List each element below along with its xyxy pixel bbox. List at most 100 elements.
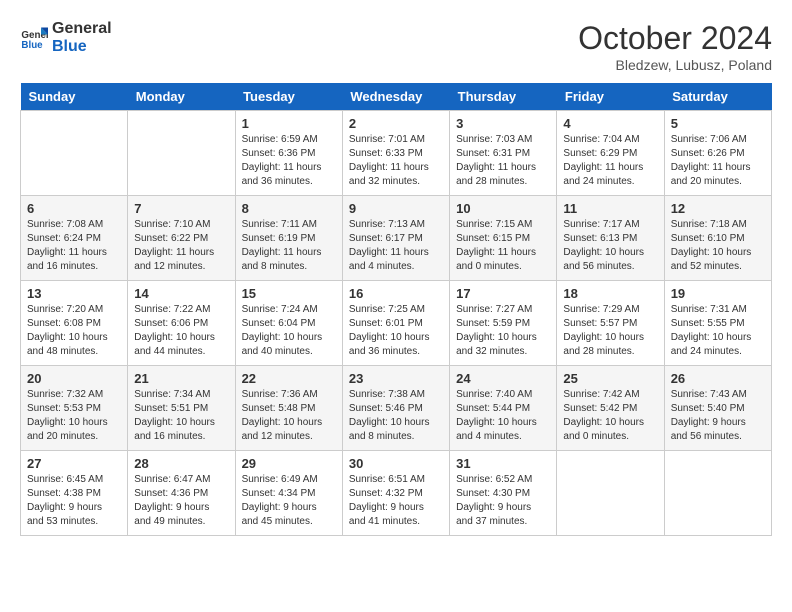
day-number: 25 [563, 371, 657, 386]
day-info: Sunrise: 7:36 AM Sunset: 5:48 PM Dayligh… [242, 388, 336, 444]
day-number: 24 [456, 371, 550, 386]
day-number: 26 [671, 371, 765, 386]
day-number: 21 [134, 371, 228, 386]
day-info: Sunrise: 7:34 AM Sunset: 5:51 PM Dayligh… [134, 388, 228, 444]
day-number: 16 [349, 286, 443, 301]
calendar-day-cell: 3 Sunrise: 7:03 AM Sunset: 6:31 PM Daylig… [450, 111, 557, 196]
day-number: 14 [134, 286, 228, 301]
calendar-day-cell [664, 451, 771, 536]
day-number: 12 [671, 201, 765, 216]
day-info: Sunrise: 7:08 AM Sunset: 6:24 PM Dayligh… [27, 218, 121, 274]
day-info: Sunrise: 7:24 AM Sunset: 6:04 PM Dayligh… [242, 303, 336, 359]
weekday-header-sunday: Sunday [21, 83, 128, 111]
calendar-day-cell: 10Sunrise: 7:15 AM Sunset: 6:15 PM Dayli… [450, 196, 557, 281]
day-number: 22 [242, 371, 336, 386]
calendar-day-cell [21, 111, 128, 196]
day-info: Sunrise: 7:11 AM Sunset: 6:19 PM Dayligh… [242, 218, 336, 274]
day-info: Sunrise: 7:03 AM Sunset: 6:31 PM Dayligh… [456, 133, 550, 189]
day-info: Sunrise: 7:22 AM Sunset: 6:06 PM Dayligh… [134, 303, 228, 359]
day-number: 3 [456, 116, 550, 131]
day-info: Sunrise: 7:42 AM Sunset: 5:42 PM Dayligh… [563, 388, 657, 444]
calendar-day-cell: 23 Sunrise: 7:38 AM Sunset: 5:46 PM Dayli… [342, 366, 449, 451]
calendar-day-cell: 29Sunrise: 6:49 AM Sunset: 4:34 PM Dayli… [235, 451, 342, 536]
calendar-day-cell: 19 Sunrise: 7:31 AM Sunset: 5:55 PM Dayli… [664, 281, 771, 366]
day-number: 19 [671, 286, 765, 301]
svg-text:Blue: Blue [21, 39, 43, 50]
day-info: Sunrise: 7:38 AM Sunset: 5:46 PM Dayligh… [349, 388, 443, 444]
day-number: 5 [671, 116, 765, 131]
calendar-day-cell: 18 Sunrise: 7:29 AM Sunset: 5:57 PM Dayli… [557, 281, 664, 366]
day-number: 31 [456, 456, 550, 471]
page-header: General Blue General Blue October 2024 B… [20, 20, 772, 73]
day-number: 8 [242, 201, 336, 216]
weekday-header-saturday: Saturday [664, 83, 771, 111]
day-info: Sunrise: 7:29 AM Sunset: 5:57 PM Dayligh… [563, 303, 657, 359]
day-number: 23 [349, 371, 443, 386]
day-info: Sunrise: 7:18 AM Sunset: 6:10 PM Dayligh… [671, 218, 765, 274]
calendar-day-cell: 5 Sunrise: 7:06 AM Sunset: 6:26 PM Daylig… [664, 111, 771, 196]
calendar-day-cell [128, 111, 235, 196]
day-number: 7 [134, 201, 228, 216]
calendar-day-cell: 21 Sunrise: 7:34 AM Sunset: 5:51 PM Dayli… [128, 366, 235, 451]
location-subtitle: Bledzew, Lubusz, Poland [578, 57, 772, 73]
weekday-header-thursday: Thursday [450, 83, 557, 111]
day-info: Sunrise: 7:06 AM Sunset: 6:26 PM Dayligh… [671, 133, 765, 189]
calendar-day-cell: 16 Sunrise: 7:25 AM Sunset: 6:01 PM Dayli… [342, 281, 449, 366]
day-info: Sunrise: 7:10 AM Sunset: 6:22 PM Dayligh… [134, 218, 228, 274]
title-block: October 2024 Bledzew, Lubusz, Poland [578, 20, 772, 73]
day-number: 1 [242, 116, 336, 131]
month-title: October 2024 [578, 20, 772, 57]
calendar-day-cell: 27Sunrise: 6:45 AM Sunset: 4:38 PM Dayli… [21, 451, 128, 536]
day-info: Sunrise: 7:32 AM Sunset: 5:53 PM Dayligh… [27, 388, 121, 444]
calendar-table: SundayMondayTuesdayWednesdayThursdayFrid… [20, 83, 772, 536]
calendar-day-cell: 26 Sunrise: 7:43 AM Sunset: 5:40 PM Dayli… [664, 366, 771, 451]
day-number: 9 [349, 201, 443, 216]
calendar-day-cell: 2Sunrise: 7:01 AM Sunset: 6:33 PM Daylig… [342, 111, 449, 196]
logo: General Blue General Blue [20, 20, 112, 55]
calendar-day-cell: 4Sunrise: 7:04 AM Sunset: 6:29 PM Daylig… [557, 111, 664, 196]
day-info: Sunrise: 6:52 AM Sunset: 4:30 PM Dayligh… [456, 473, 550, 529]
day-info: Sunrise: 7:43 AM Sunset: 5:40 PM Dayligh… [671, 388, 765, 444]
day-info: Sunrise: 6:59 AM Sunset: 6:36 PM Dayligh… [242, 133, 336, 189]
calendar-day-cell: 15Sunrise: 7:24 AM Sunset: 6:04 PM Dayli… [235, 281, 342, 366]
day-info: Sunrise: 7:04 AM Sunset: 6:29 PM Dayligh… [563, 133, 657, 189]
day-info: Sunrise: 7:13 AM Sunset: 6:17 PM Dayligh… [349, 218, 443, 274]
day-number: 6 [27, 201, 121, 216]
day-info: Sunrise: 7:27 AM Sunset: 5:59 PM Dayligh… [456, 303, 550, 359]
day-number: 30 [349, 456, 443, 471]
calendar-week-row: 13Sunrise: 7:20 AM Sunset: 6:08 PM Dayli… [21, 281, 772, 366]
day-number: 27 [27, 456, 121, 471]
day-number: 18 [563, 286, 657, 301]
day-info: Sunrise: 7:17 AM Sunset: 6:13 PM Dayligh… [563, 218, 657, 274]
calendar-day-cell: 22 Sunrise: 7:36 AM Sunset: 5:48 PM Dayli… [235, 366, 342, 451]
day-number: 11 [563, 201, 657, 216]
logo-general: General [52, 20, 112, 38]
calendar-day-cell: 28Sunrise: 6:47 AM Sunset: 4:36 PM Dayli… [128, 451, 235, 536]
day-info: Sunrise: 6:47 AM Sunset: 4:36 PM Dayligh… [134, 473, 228, 529]
day-number: 29 [242, 456, 336, 471]
calendar-day-cell: 20 Sunrise: 7:32 AM Sunset: 5:53 PM Dayli… [21, 366, 128, 451]
weekday-header-tuesday: Tuesday [235, 83, 342, 111]
calendar-day-cell: 14 Sunrise: 7:22 AM Sunset: 6:06 PM Dayli… [128, 281, 235, 366]
weekday-header-friday: Friday [557, 83, 664, 111]
calendar-day-cell: 31 Sunrise: 6:52 AM Sunset: 4:30 PM Dayli… [450, 451, 557, 536]
calendar-day-cell: 12 Sunrise: 7:18 AM Sunset: 6:10 PM Dayli… [664, 196, 771, 281]
weekday-header-wednesday: Wednesday [342, 83, 449, 111]
day-number: 10 [456, 201, 550, 216]
calendar-week-row: 27Sunrise: 6:45 AM Sunset: 4:38 PM Dayli… [21, 451, 772, 536]
day-number: 2 [349, 116, 443, 131]
calendar-day-cell: 11 Sunrise: 7:17 AM Sunset: 6:13 PM Dayli… [557, 196, 664, 281]
calendar-day-cell: 30Sunrise: 6:51 AM Sunset: 4:32 PM Dayli… [342, 451, 449, 536]
calendar-week-row: 6 Sunrise: 7:08 AM Sunset: 6:24 PM Daylig… [21, 196, 772, 281]
calendar-day-cell: 25 Sunrise: 7:42 AM Sunset: 5:42 PM Dayli… [557, 366, 664, 451]
day-info: Sunrise: 7:25 AM Sunset: 6:01 PM Dayligh… [349, 303, 443, 359]
calendar-day-cell: 17Sunrise: 7:27 AM Sunset: 5:59 PM Dayli… [450, 281, 557, 366]
calendar-week-row: 1 Sunrise: 6:59 AM Sunset: 6:36 PM Daylig… [21, 111, 772, 196]
logo-blue: Blue [52, 38, 112, 56]
day-info: Sunrise: 7:31 AM Sunset: 5:55 PM Dayligh… [671, 303, 765, 359]
calendar-day-cell: 9 Sunrise: 7:13 AM Sunset: 6:17 PM Daylig… [342, 196, 449, 281]
calendar-day-cell: 6 Sunrise: 7:08 AM Sunset: 6:24 PM Daylig… [21, 196, 128, 281]
day-number: 13 [27, 286, 121, 301]
calendar-day-cell: 13Sunrise: 7:20 AM Sunset: 6:08 PM Dayli… [21, 281, 128, 366]
day-number: 20 [27, 371, 121, 386]
